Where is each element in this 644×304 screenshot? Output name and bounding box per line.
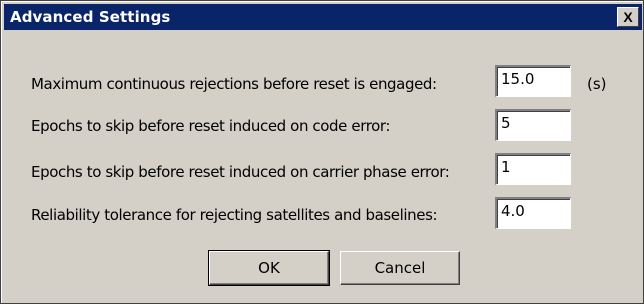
reliability-tolerance-input[interactable]: 4.0: [495, 197, 571, 229]
code-error-epochs-input[interactable]: 5: [495, 109, 571, 141]
max-rejections-input[interactable]: 15.0: [495, 65, 571, 97]
reliability-tolerance-label: Reliability tolerance for rejecting sate…: [31, 206, 438, 224]
close-button[interactable]: X: [617, 7, 639, 27]
carrier-phase-epochs-label: Epochs to skip before reset induced on c…: [31, 163, 450, 181]
seconds-unit-label: (s): [587, 75, 607, 93]
max-rejections-label: Maximum continuous rejections before res…: [31, 75, 437, 93]
cancel-button[interactable]: Cancel: [340, 251, 460, 285]
code-error-epochs-label: Epochs to skip before reset induced on c…: [31, 117, 391, 135]
ok-button[interactable]: OK: [208, 250, 330, 286]
title-bar[interactable]: Advanced Settings X: [4, 4, 642, 30]
dialog-title: Advanced Settings: [10, 8, 171, 26]
close-icon: X: [623, 9, 633, 25]
advanced-settings-dialog: Advanced Settings X Maximum continuous r…: [0, 0, 644, 304]
carrier-phase-epochs-input[interactable]: 1: [495, 153, 571, 185]
